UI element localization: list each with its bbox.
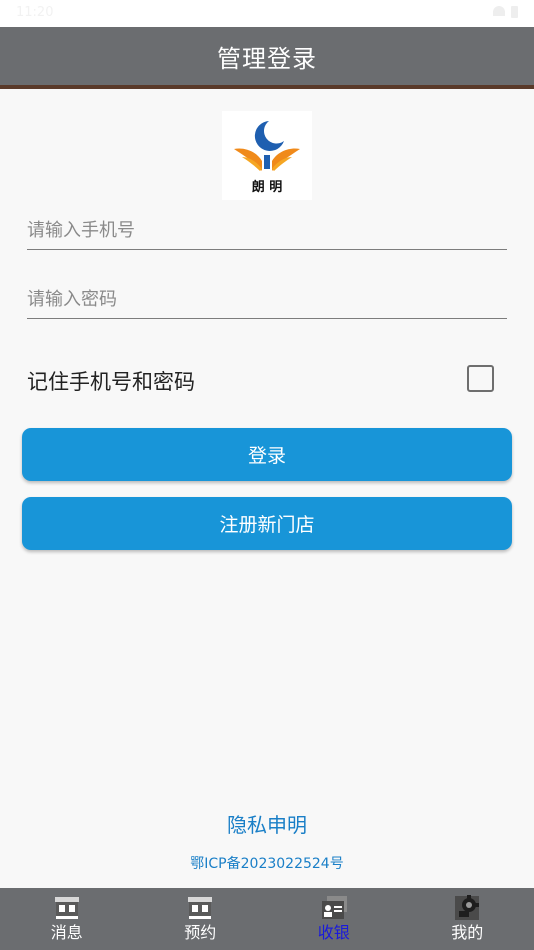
tab-booking[interactable]: 预约: [134, 888, 268, 950]
register-store-button[interactable]: 注册新门店: [22, 497, 512, 550]
status-bar: 11:20: [0, 0, 534, 27]
app-header: 管理登录: [0, 27, 534, 85]
page-title: 管理登录: [217, 44, 317, 73]
store-icon: [52, 893, 82, 923]
phone-input[interactable]: [27, 206, 507, 249]
status-icons: [493, 6, 518, 18]
privacy-link[interactable]: 隐私申明: [0, 809, 534, 838]
login-button[interactable]: 登录: [22, 428, 512, 481]
store-icon: [185, 893, 215, 923]
tab-messages[interactable]: 消息: [0, 888, 134, 950]
id-card-icon: [319, 893, 349, 923]
header-divider: [0, 85, 534, 89]
status-time: 11:20: [16, 5, 54, 20]
battery-icon: [511, 6, 518, 18]
tab-label: 收银: [317, 923, 350, 942]
password-field[interactable]: [27, 275, 507, 319]
remember-checkbox[interactable]: [467, 365, 494, 392]
password-input[interactable]: [27, 275, 507, 318]
gear-icon: [452, 893, 482, 923]
wifi-icon: [493, 6, 505, 16]
bottom-tab-bar: 消息 预约 收银 我的: [0, 888, 534, 950]
tab-checkout[interactable]: 收银: [267, 888, 401, 950]
phone-field[interactable]: [27, 206, 507, 250]
tab-label: 预约: [184, 923, 217, 942]
tab-label: 我的: [451, 923, 484, 942]
tab-mine[interactable]: 我的: [401, 888, 534, 950]
svg-text:朗 明: 朗 明: [252, 179, 283, 195]
icp-record-link[interactable]: 鄂ICP备2023022524号: [0, 853, 534, 873]
tab-label: 消息: [50, 923, 83, 942]
remember-label: 记住手机号和密码: [27, 370, 195, 394]
logo-mark-icon: 朗 明: [234, 121, 300, 195]
brand-logo: 朗 明: [222, 111, 312, 200]
